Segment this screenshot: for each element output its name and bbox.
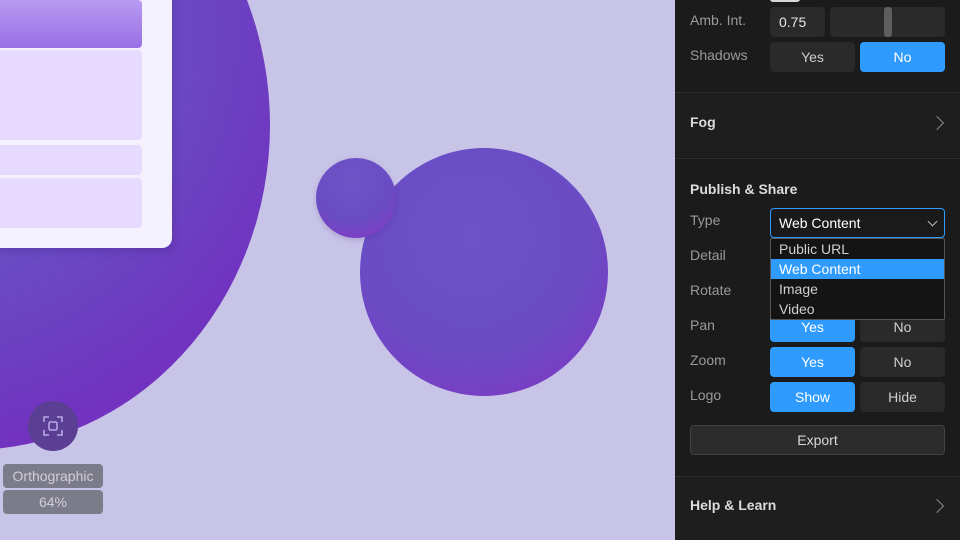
- zoom-level-indicator[interactable]: 64%: [3, 490, 103, 514]
- projection-toggle[interactable]: Orthographic: [3, 464, 103, 488]
- type-dropdown-menu: Public URL Web Content Image Video: [770, 238, 945, 320]
- card-block: [0, 178, 142, 228]
- small-sphere-object[interactable]: [316, 158, 396, 238]
- pan-label: Pan: [690, 317, 715, 333]
- zoom-no-button[interactable]: No: [860, 347, 945, 377]
- zoom-yes-button[interactable]: Yes: [770, 347, 855, 377]
- focus-frame-icon: [43, 416, 63, 436]
- card-header-bar: [0, 0, 142, 48]
- logo-hide-button[interactable]: Hide: [860, 382, 945, 412]
- ambient-intensity-input[interactable]: 0.75: [770, 7, 825, 37]
- card-block: [0, 50, 142, 140]
- publish-share-title: Publish & Share: [690, 181, 798, 197]
- type-label: Type: [690, 212, 721, 228]
- slider-thumb[interactable]: [883, 7, 892, 37]
- divider: [675, 158, 960, 159]
- properties-panel: Amb. Int. 0.75 Shadows Yes No Fog Publis…: [675, 0, 960, 540]
- medium-sphere-object[interactable]: [360, 148, 608, 396]
- type-select-value: Web Content: [779, 215, 861, 231]
- zoom-label: Zoom: [690, 352, 726, 368]
- scene-viewport[interactable]: Orthographic 64%: [0, 0, 675, 540]
- dropdown-option-web-content[interactable]: Web Content: [771, 259, 944, 279]
- shadows-no-button[interactable]: No: [860, 42, 945, 72]
- type-select[interactable]: Web Content: [770, 208, 945, 238]
- logo-label: Logo: [690, 387, 722, 403]
- toggle-partial[interactable]: [770, 0, 800, 2]
- fog-title: Fog: [690, 114, 716, 130]
- dropdown-option-image[interactable]: Image: [771, 279, 944, 299]
- fog-section-header[interactable]: [675, 93, 960, 157]
- focus-view-button[interactable]: [28, 401, 78, 451]
- logo-show-button[interactable]: Show: [770, 382, 855, 412]
- export-button[interactable]: Export: [690, 425, 945, 455]
- shadows-label: Shadows: [690, 47, 748, 63]
- help-learn-title: Help & Learn: [690, 497, 777, 513]
- detail-label: Detail: [690, 247, 726, 263]
- shadows-yes-button[interactable]: Yes: [770, 42, 855, 72]
- card-block: [0, 145, 142, 175]
- ambient-intensity-label: Amb. Int.: [690, 12, 747, 28]
- dropdown-option-public-url[interactable]: Public URL: [771, 239, 944, 259]
- ui-card-object[interactable]: [0, 0, 172, 248]
- chevron-down-icon: [927, 216, 938, 227]
- rotate-label: Rotate: [690, 282, 732, 298]
- dropdown-option-video[interactable]: Video: [771, 299, 944, 319]
